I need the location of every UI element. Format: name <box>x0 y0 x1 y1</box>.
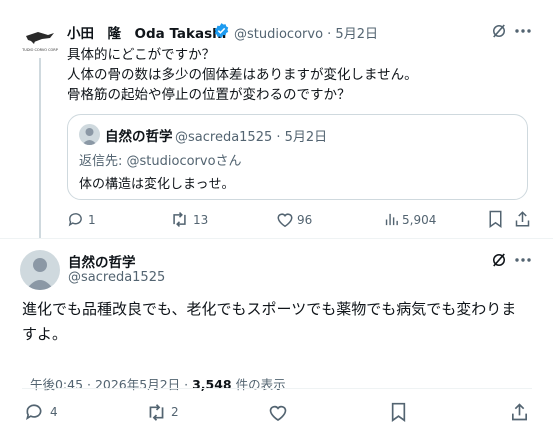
tweet-text-line-3: 骨格筋の起始や停止の位置が変わるのですか？ <box>67 87 351 103</box>
view-label: 件の表示 <box>231 377 286 392</box>
view-count: 3,548 <box>192 377 232 392</box>
repost-count: 2 <box>171 405 179 419</box>
reply-icon[interactable] <box>24 402 44 422</box>
tweet-text-line-2: 人体の骨の数は多少の個体差はありますが変化しません。 <box>67 67 418 83</box>
views-icon[interactable] <box>383 211 400 228</box>
share-icon[interactable] <box>510 402 529 422</box>
grok-icon[interactable] <box>490 251 508 269</box>
timestamp-text[interactable]: 午後0:45 · 2026年5月2日 · <box>30 377 192 392</box>
quoted-reply-to: 返信先: @studiocorvoさん <box>79 154 242 169</box>
studio-corvo-logo <box>20 22 60 62</box>
more-options-icon[interactable] <box>514 24 532 38</box>
like-icon[interactable] <box>268 403 288 422</box>
repost-icon[interactable] <box>146 403 167 422</box>
quoted-tweet-card[interactable]: 自然の哲学 @sacreda1525 · 5月2日 返信先: @studioco… <box>67 114 528 200</box>
reply-count: 4 <box>50 405 58 419</box>
quoted-handle-date: @sacreda1525 · 5月2日 <box>175 130 328 145</box>
repost-icon[interactable] <box>170 211 189 228</box>
quoted-avatar <box>79 124 100 145</box>
more-options-icon[interactable] <box>514 253 532 267</box>
reply-count: 1 <box>88 213 96 227</box>
author-handle-date[interactable]: @studiocorvo · 5月2日 <box>234 23 378 42</box>
tweet-text-line-1: 具体的にどこがですか？ <box>67 47 216 63</box>
reply-icon[interactable] <box>67 211 84 228</box>
default-avatar-icon <box>82 128 97 145</box>
grok-icon[interactable] <box>490 22 508 40</box>
quoted-author-name: 自然の哲学 <box>105 129 173 145</box>
main-tweet-text-line-2: すよ。 <box>22 325 68 343</box>
repost-count: 13 <box>193 213 209 227</box>
avatar-logo-text: TUDIO CORVO CORP <box>22 48 58 52</box>
default-avatar-icon <box>26 258 54 290</box>
bookmark-icon[interactable] <box>488 210 503 228</box>
bookmark-icon[interactable] <box>390 402 407 422</box>
main-tweet-text-line-1: 進化でも品種改良でも、老化でもスポーツでも薬物でも病気でも変わりま <box>22 300 517 318</box>
thread-connector <box>39 58 41 238</box>
like-count: 96 <box>297 213 313 227</box>
views-count: 5,904 <box>402 213 437 227</box>
main-author-avatar[interactable] <box>20 250 60 290</box>
action-divider <box>22 388 532 389</box>
share-icon[interactable] <box>514 210 531 228</box>
verified-badge-icon <box>213 22 230 39</box>
tweet-divider <box>0 238 553 239</box>
author-name[interactable]: 小田 隆 Oda Takashi <box>67 22 226 42</box>
main-author-handle[interactable]: @sacreda1525 <box>68 270 165 285</box>
like-icon[interactable] <box>276 211 294 228</box>
main-author-name[interactable]: 自然の哲学 <box>68 251 136 271</box>
author-avatar[interactable]: TUDIO CORVO CORP <box>20 22 60 62</box>
quoted-text: 体の構造は変化しまっせ。 <box>79 177 235 192</box>
